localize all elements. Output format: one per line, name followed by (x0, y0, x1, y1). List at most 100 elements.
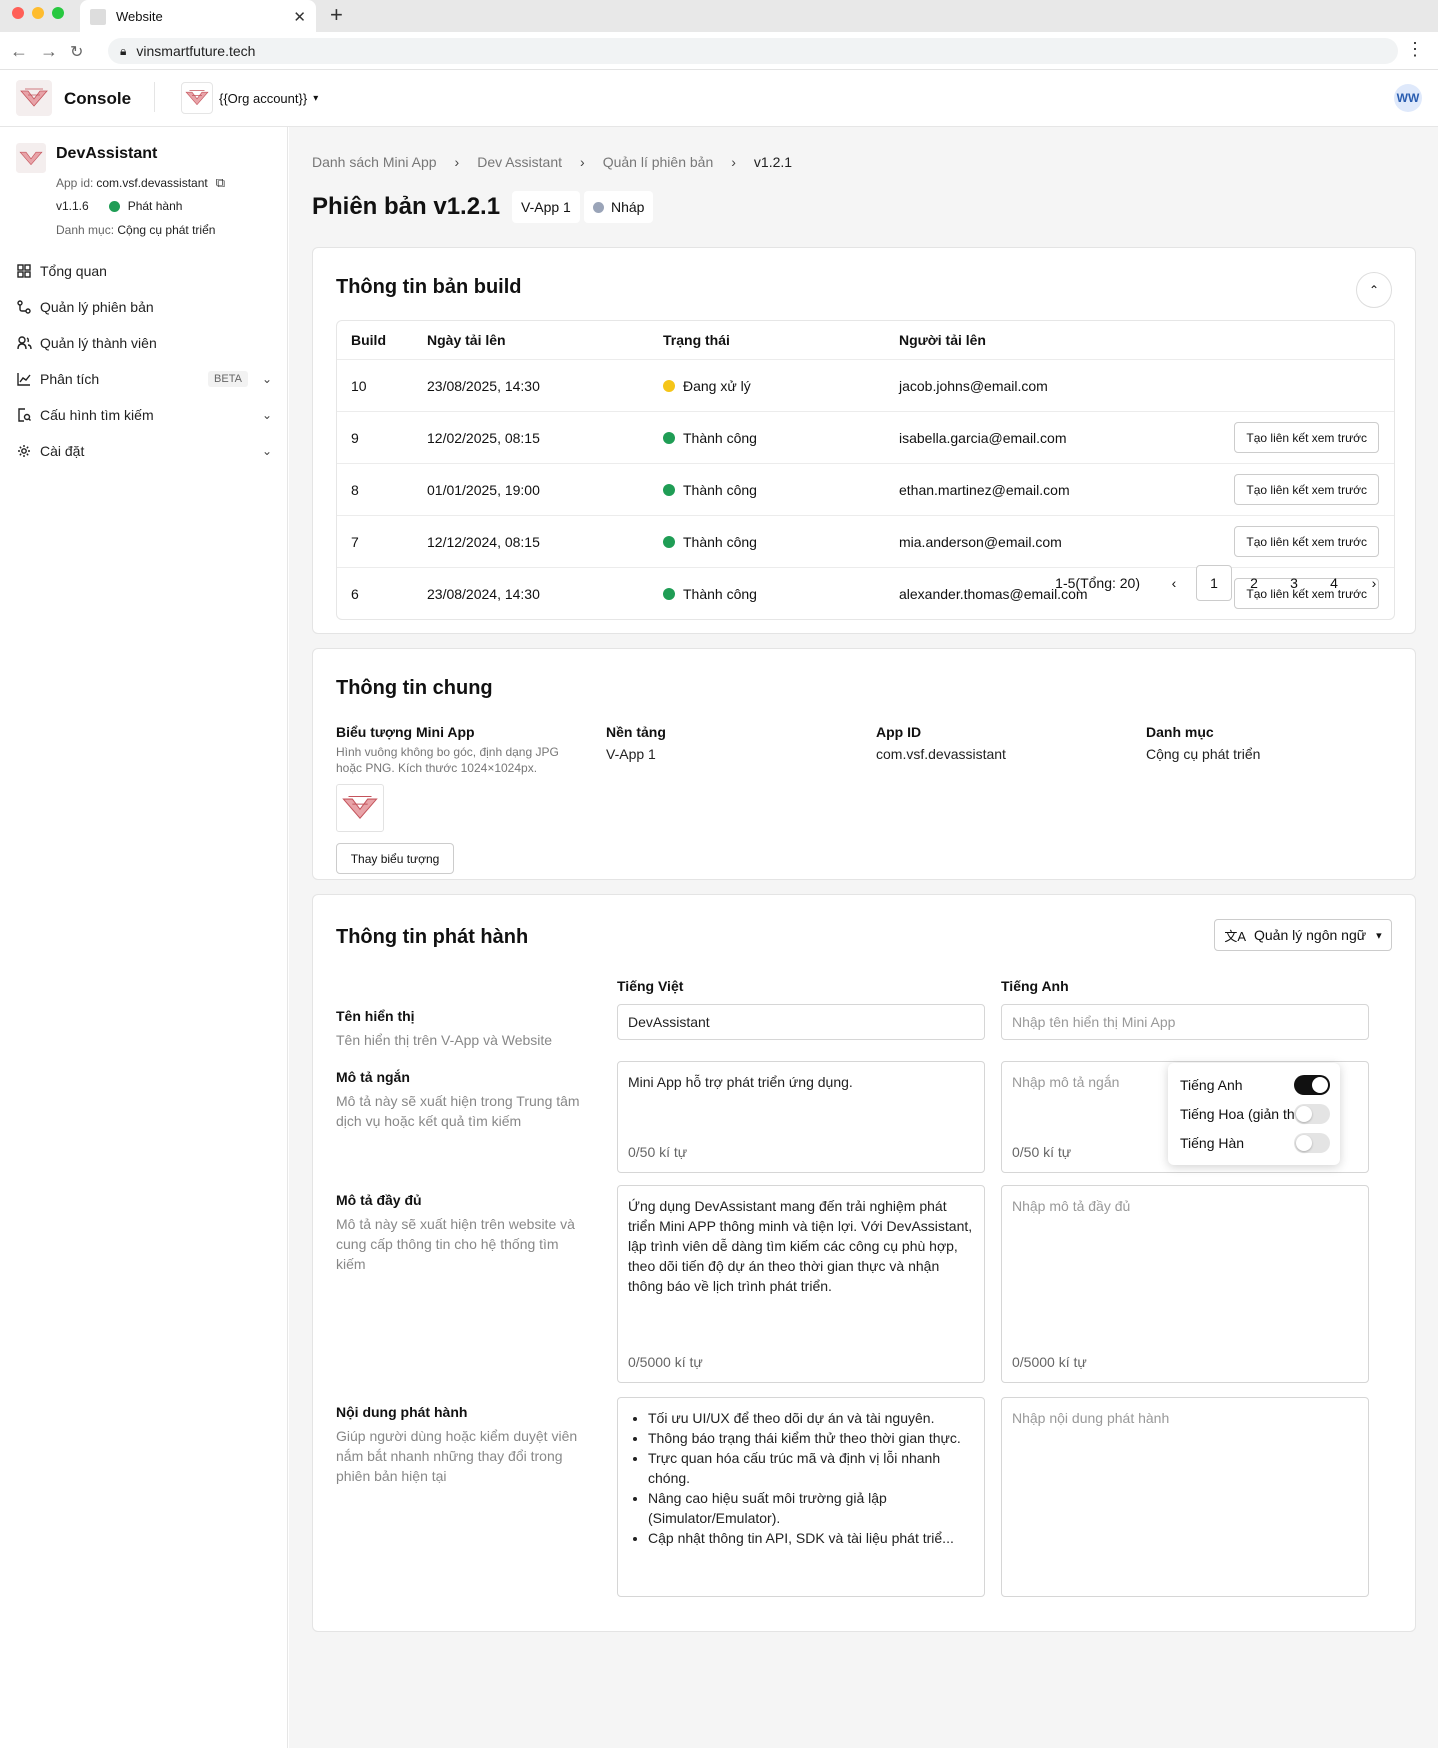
breadcrumb-item[interactable]: Danh sách Mini App (312, 154, 437, 170)
sidebar-item-settings[interactable]: Cài đặt ⌄ (16, 433, 272, 469)
platform-field: Nền tảng V-App 1 (606, 724, 666, 762)
app-logo-icon (16, 80, 52, 116)
sidebar-item-analytics[interactable]: Phân tích BETA ⌄ (16, 361, 272, 397)
uploader: isabella.garcia@email.com (899, 429, 1067, 446)
version-label: v1.1.6 (56, 199, 89, 213)
build-number: 10 (351, 377, 367, 394)
create-preview-link-button[interactable]: Tạo liên kết xem trước (1234, 526, 1379, 557)
column-header: Build (351, 332, 386, 348)
branch-icon (16, 299, 32, 315)
display-name-en-input[interactable]: Nhập tên hiển thị Mini App (1001, 1004, 1369, 1040)
list-item: Cập nhật thông tin API, SDK và tài liệu … (648, 1528, 974, 1548)
release-notes-list: Tối ưu UI/UX để theo dõi dự án và tài ng… (648, 1408, 974, 1548)
language-option-en[interactable]: Tiếng Anh (1180, 1071, 1330, 1099)
sidebar-item-label: Quản lý phiên bản (40, 299, 154, 315)
icon-label: Biểu tượng Mini App (336, 724, 475, 740)
page-button[interactable]: 1 (1196, 565, 1232, 601)
language-option-ko[interactable]: Tiếng Hàn (1180, 1129, 1330, 1157)
browser-menu-icon[interactable]: ⋮ (1406, 39, 1424, 60)
avatar[interactable]: WW (1394, 84, 1422, 112)
page-button[interactable]: 4 (1316, 565, 1352, 601)
sidebar-item-overview[interactable]: Tổng quan (16, 253, 272, 289)
maximize-window-button[interactable] (52, 7, 64, 19)
platform-value: V-App 1 (606, 746, 656, 762)
full-desc-en-input[interactable]: Nhập mô tả đầy đủ 0/5000 kí tự (1001, 1185, 1369, 1383)
pagination-summary: 1-5(Tổng: 20) (1055, 575, 1140, 591)
chevron-up-icon: ⌃ (1368, 283, 1380, 297)
reload-icon[interactable]: ↻ (70, 42, 83, 62)
page-button[interactable]: 3 (1276, 565, 1312, 601)
create-preview-link-button[interactable]: Tạo liên kết xem trước (1234, 474, 1379, 505)
app-header: Console {{Org account}} ▾ WW (0, 70, 1438, 127)
collapse-button[interactable]: ⌃ (1356, 272, 1392, 308)
release-notes-vi-input[interactable]: Tối ưu UI/UX để theo dõi dự án và tài ng… (617, 1397, 985, 1597)
org-switcher[interactable]: {{Org account}} ▾ (181, 82, 318, 114)
appid-label: App ID (876, 724, 922, 740)
forward-icon[interactable]: → (40, 41, 58, 62)
full-desc-vi-input[interactable]: Ứng dụng DevAssistant mang đến trải nghi… (617, 1185, 985, 1383)
language-toggle[interactable] (1294, 1104, 1330, 1124)
status-dot-icon (663, 483, 675, 496)
build-status: Thành công (663, 412, 757, 463)
field-label: Tên hiển thị (336, 1008, 415, 1024)
page-button[interactable]: 2 (1236, 565, 1272, 601)
status-chip: Nháp (584, 191, 654, 223)
appid-value: com.vsf.devassistant (876, 746, 1006, 762)
prev-page-icon[interactable]: ‹ (1156, 565, 1192, 601)
chevron-down-icon: ▾ (1376, 929, 1382, 942)
category-value: Cộng cụ phát triển (1146, 746, 1261, 762)
release-notes-en-input[interactable]: Nhập nội dung phát hành (1001, 1397, 1369, 1597)
build-number: 7 (351, 533, 359, 550)
build-number: 9 (351, 429, 359, 446)
gear-icon (16, 443, 32, 459)
back-icon[interactable]: ← (10, 41, 28, 62)
language-option-label: Tiếng Hoa (giản thể) (1180, 1106, 1308, 1122)
copy-icon[interactable]: ⧉ (216, 175, 225, 191)
platform-chip: V-App 1 (512, 191, 580, 223)
language-option-zh[interactable]: Tiếng Hoa (giản thể) (1180, 1100, 1330, 1128)
build-status: Thành công (663, 516, 757, 567)
uploader: mia.anderson@email.com (899, 533, 1062, 550)
breadcrumb-item[interactable]: Quản lí phiên bản (603, 154, 714, 170)
browser-tab[interactable]: Website ✕ (80, 0, 316, 33)
short-desc-vi-input[interactable]: Mini App hỗ trợ phát triển ứng dụng. 0/5… (617, 1061, 985, 1173)
window-controls (12, 7, 64, 19)
favicon-icon (90, 8, 106, 25)
status-dot-icon (663, 431, 675, 444)
display-name-vi-input[interactable]: DevAssistant (617, 1004, 985, 1040)
category-field: Danh mục Cộng cụ phát triển (1146, 724, 1260, 762)
new-tab-icon[interactable]: + (330, 2, 343, 28)
sidebar-item-members[interactable]: Quản lý thành viên (16, 325, 272, 361)
language-manager-button[interactable]: 文A Quản lý ngôn ngữ ▾ (1214, 919, 1392, 951)
language-toggle[interactable] (1294, 1075, 1330, 1095)
build-status: Thành công (663, 568, 757, 619)
close-window-button[interactable] (12, 7, 24, 19)
build-status-label: Thành công (683, 429, 757, 446)
page-title: Phiên bản v1.2.1 (312, 193, 501, 220)
icon-field: Biểu tượng Mini App Hình vuông không bo … (336, 724, 566, 874)
chart-icon (16, 371, 32, 387)
url-field[interactable]: 🔒︎ vinsmartfuture.tech (108, 38, 1398, 64)
sidebar-item-search-config[interactable]: Cấu hình tìm kiếm ⌄ (16, 397, 272, 433)
minimize-window-button[interactable] (32, 7, 44, 19)
list-item: Nâng cao hiệu suất môi trường giả lập (S… (648, 1488, 974, 1528)
next-page-icon[interactable]: › (1356, 565, 1392, 601)
language-toggle[interactable] (1294, 1133, 1330, 1153)
change-icon-button[interactable]: Thay biểu tượng (336, 843, 454, 874)
close-tab-icon[interactable]: ✕ (293, 8, 306, 26)
sidebar-item-versions[interactable]: Quản lý phiên bản (16, 289, 272, 325)
chevron-right-icon: › (731, 154, 736, 170)
breadcrumb-item[interactable]: Dev Assistant (477, 154, 562, 170)
build-status-label: Đang xử lý (683, 377, 751, 394)
language-option-label: Tiếng Anh (1180, 1077, 1243, 1093)
mini-app-logo-icon (16, 143, 46, 173)
console-title: Console (64, 89, 132, 108)
chevron-down-icon[interactable]: ⌄ (262, 408, 272, 422)
create-preview-link-button[interactable]: Tạo liên kết xem trước (1234, 422, 1379, 453)
sidebar-item-label: Cấu hình tìm kiếm (40, 407, 154, 423)
chevron-down-icon[interactable]: ⌄ (262, 444, 272, 458)
upload-date: 12/02/2025, 08:15 (427, 429, 540, 446)
chevron-right-icon: › (454, 154, 460, 170)
chevron-down-icon[interactable]: ⌄ (262, 372, 272, 386)
sidebar: DevAssistant App id: com.vsf.devassistan… (0, 127, 288, 1748)
